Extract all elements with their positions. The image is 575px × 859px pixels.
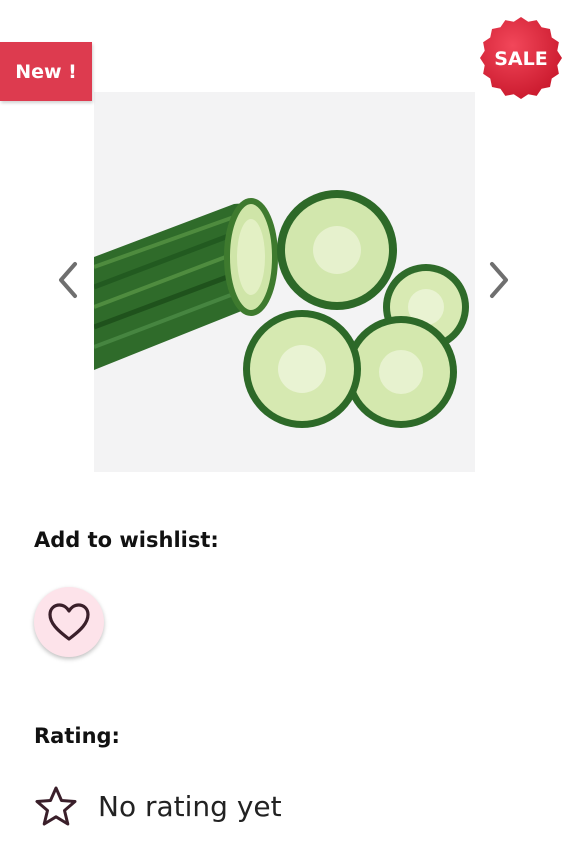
rating-value-text: No rating yet (98, 789, 282, 823)
rating-label: Rating: (34, 724, 120, 748)
add-to-wishlist-button[interactable] (34, 587, 104, 657)
star-outline-icon[interactable] (34, 785, 78, 827)
heart-outline-icon (48, 603, 90, 641)
new-badge: New ! (0, 42, 92, 101)
rating-row: No rating yet (34, 784, 282, 828)
product-card: New ! SALE Add to wishlist: Rating: No r… (0, 0, 575, 859)
carousel-prev-button[interactable] (48, 258, 88, 302)
new-badge-label: New ! (15, 60, 77, 83)
sale-badge: SALE (478, 15, 564, 101)
sale-seal-icon: SALE (480, 17, 562, 99)
wishlist-label: Add to wishlist: (34, 528, 219, 552)
carousel-next-button[interactable] (479, 258, 519, 302)
chevron-right-icon (490, 262, 508, 298)
sale-badge-label: SALE (494, 48, 547, 70)
chevron-left-icon (59, 262, 77, 298)
cucumber-image (94, 92, 475, 472)
product-image (94, 92, 475, 472)
